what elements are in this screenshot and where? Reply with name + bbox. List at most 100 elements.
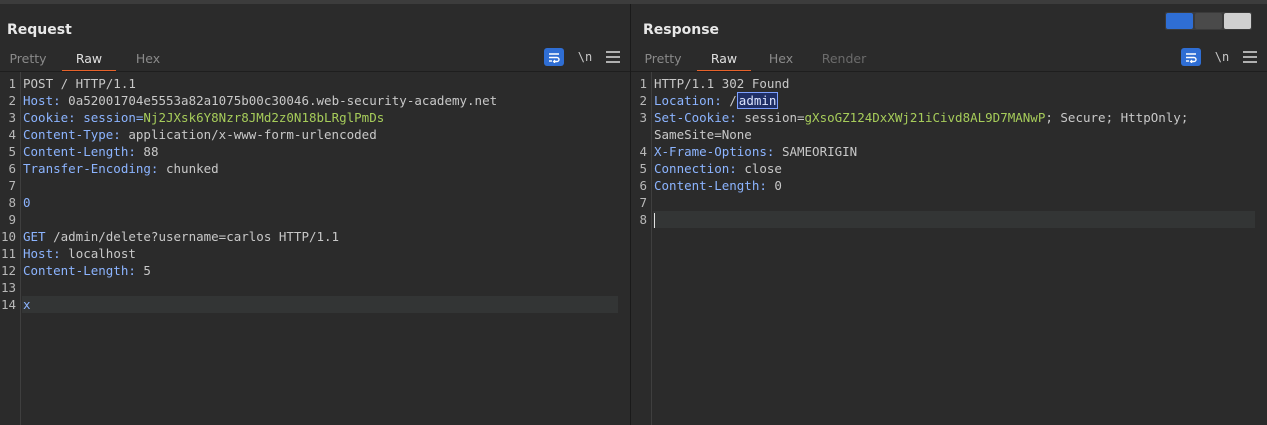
line-content: POST / HTTP/1.1 [23, 75, 136, 92]
wrap-lines-icon[interactable] [544, 48, 564, 66]
text-token: /admin/delete?username=carlos HTTP/1.1 [45, 229, 340, 244]
tab-response-raw[interactable]: Raw [697, 48, 751, 72]
request-pane: Request Pretty Raw Hex \n 1 POST / HTTP/1… [0, 4, 631, 425]
layout-single-icon[interactable] [1224, 13, 1251, 29]
cookie-value: Nj2JXsk6Y8Nzr8JMd2z0N18bLRglPmDs [143, 110, 385, 125]
line-number: 3 [639, 110, 647, 125]
line-content: Content-Length: 5 [23, 262, 151, 279]
line-number: 7 [8, 178, 16, 193]
code-line: 2 Host: 0a52001704e5553a82a1075b00c30046.… [0, 92, 630, 109]
line-number: 4 [639, 144, 647, 159]
response-lines: 1 HTTP/1.1 302 Found 2 Location: / admin 3 Set… [631, 75, 1267, 228]
tab-request-pretty[interactable]: Pretty [2, 48, 54, 70]
request-editor[interactable]: 1 POST / HTTP/1.1 2 Host: 0a52001704e5553a8… [0, 71, 630, 425]
line-number: 5 [639, 161, 647, 176]
code-line: 80 [0, 194, 630, 211]
request-tabs: Pretty Raw Hex [0, 48, 166, 72]
line-number: 8 [639, 212, 647, 227]
line-content: Location: / admin [654, 92, 779, 109]
line-content: Host: localhost [23, 245, 136, 262]
header-name: Cookie: [23, 110, 76, 125]
text-token: close [736, 161, 782, 176]
line-content: SameSite=None [654, 126, 752, 143]
text-token: / [721, 93, 737, 108]
code-line: 6 Content-Length: 0 [631, 177, 1267, 194]
line-number: 12 [0, 263, 16, 278]
line-number: 1 [639, 76, 647, 91]
line-number: 2 [8, 93, 16, 108]
text-token: HTTP/1.1 302 Found [654, 76, 790, 91]
selected-text: admin [736, 92, 779, 109]
header-name: Host: [23, 246, 61, 261]
text-token: 88 [135, 144, 159, 159]
tab-response-hex[interactable]: Hex [763, 48, 799, 70]
line-content: X-Frame-Options: SAMEORIGIN [654, 143, 857, 160]
layout-switcher [1165, 12, 1252, 30]
hamburger-menu-icon[interactable] [606, 51, 620, 63]
code-line: 2 Location: / admin [631, 92, 1267, 109]
line-number: 14 [0, 297, 16, 312]
header-name: GET [23, 229, 46, 244]
wrap-lines-icon[interactable] [1181, 48, 1201, 66]
code-line: 9 [0, 211, 630, 228]
response-tabs: Pretty Raw Hex Render [631, 48, 871, 72]
line-content: HTTP/1.1 302 Found [654, 75, 789, 92]
line-content: GET /admin/delete?username=carlos HTTP/1… [23, 228, 339, 245]
code-line: 12 Content-Length: 5 [0, 262, 630, 279]
header-name: Connection: [654, 161, 737, 176]
layout-top-bottom-icon[interactable] [1195, 13, 1222, 29]
code-line: 8 [631, 211, 1267, 228]
line-number: 1 [8, 76, 16, 91]
code-line: 10 GET /admin/delete?username=carlos HTTP… [0, 228, 630, 245]
response-toolbar: \n [1181, 48, 1257, 66]
newline-toggle-button[interactable]: \n [1213, 50, 1231, 64]
text-token: SameSite=None [654, 127, 752, 142]
code-line: 14 x [0, 296, 630, 313]
line-content: Transfer-Encoding: chunked [23, 160, 219, 177]
line-number: 3 [8, 110, 16, 125]
header-name: Content-Length: [23, 144, 136, 159]
request-title: Request [7, 22, 72, 38]
header-name: Host: [23, 93, 61, 108]
line-content: Content-Type: application/x-www-form-url… [23, 126, 377, 143]
header-name: Content-Length: [23, 263, 136, 278]
code-line: 5 Connection: close [631, 160, 1267, 177]
cookie-value: gXsoGZ124DxXWj21iCivd8AL9D7MANwP [804, 110, 1046, 125]
text-token: SAMEORIGIN [774, 144, 858, 159]
line-number: 5 [8, 144, 16, 159]
tab-request-hex[interactable]: Hex [130, 48, 166, 70]
tab-response-pretty[interactable]: Pretty [637, 48, 689, 70]
code-line: 7 [631, 194, 1267, 211]
header-name: Location: [654, 93, 722, 108]
code-line: 3 Set-Cookie: session=gXsoGZ124DxXWj21iCi… [631, 109, 1267, 126]
tab-response-render[interactable]: Render [817, 48, 871, 70]
text-token: session= [736, 110, 805, 125]
text-token: localhost [60, 246, 136, 261]
text-token: 0a52001704e5553a82a1075b00c30046.web-sec… [60, 93, 498, 108]
tab-request-raw[interactable]: Raw [62, 48, 116, 72]
code-line: 4 Content-Type: application/x-www-form-ur… [0, 126, 630, 143]
response-editor[interactable]: 1 HTTP/1.1 302 Found 2 Location: / admin 3 Set… [631, 71, 1267, 425]
code-line: 5 Content-Length: 88 [0, 143, 630, 160]
request-toolbar: \n [544, 48, 620, 66]
text-token: 0 [766, 178, 782, 193]
newline-toggle-button[interactable]: \n [576, 50, 594, 64]
hamburger-menu-icon[interactable] [1243, 51, 1257, 63]
header-name: Content-Length: [654, 178, 767, 193]
text-token: ; Secure; HttpOnly; [1045, 110, 1189, 125]
code-line: 11 Host: localhost [0, 245, 630, 262]
text-token: POST / HTTP/1.1 [23, 76, 136, 91]
line-content: Set-Cookie: session=gXsoGZ124DxXWj21iCiv… [654, 109, 1188, 126]
current-line-highlight [653, 211, 1255, 228]
layout-side-by-side-icon[interactable] [1166, 13, 1193, 29]
line-number: 6 [639, 178, 647, 193]
line-content: Content-Length: 88 [23, 143, 158, 160]
response-title: Response [643, 22, 720, 38]
line-content [654, 211, 655, 228]
header-name: Content-Type: [23, 127, 121, 142]
line-content: Cookie: session=Nj2JXsk6Y8Nzr8JMd2z0N18b… [23, 109, 384, 126]
request-lines: 1 POST / HTTP/1.1 2 Host: 0a52001704e5553a8… [0, 75, 630, 313]
line-number: 8 [8, 195, 16, 210]
code-line: 3 Cookie: session=Nj2JXsk6Y8Nzr8JMd2z0N18… [0, 109, 630, 126]
line-content: Connection: close [654, 160, 782, 177]
